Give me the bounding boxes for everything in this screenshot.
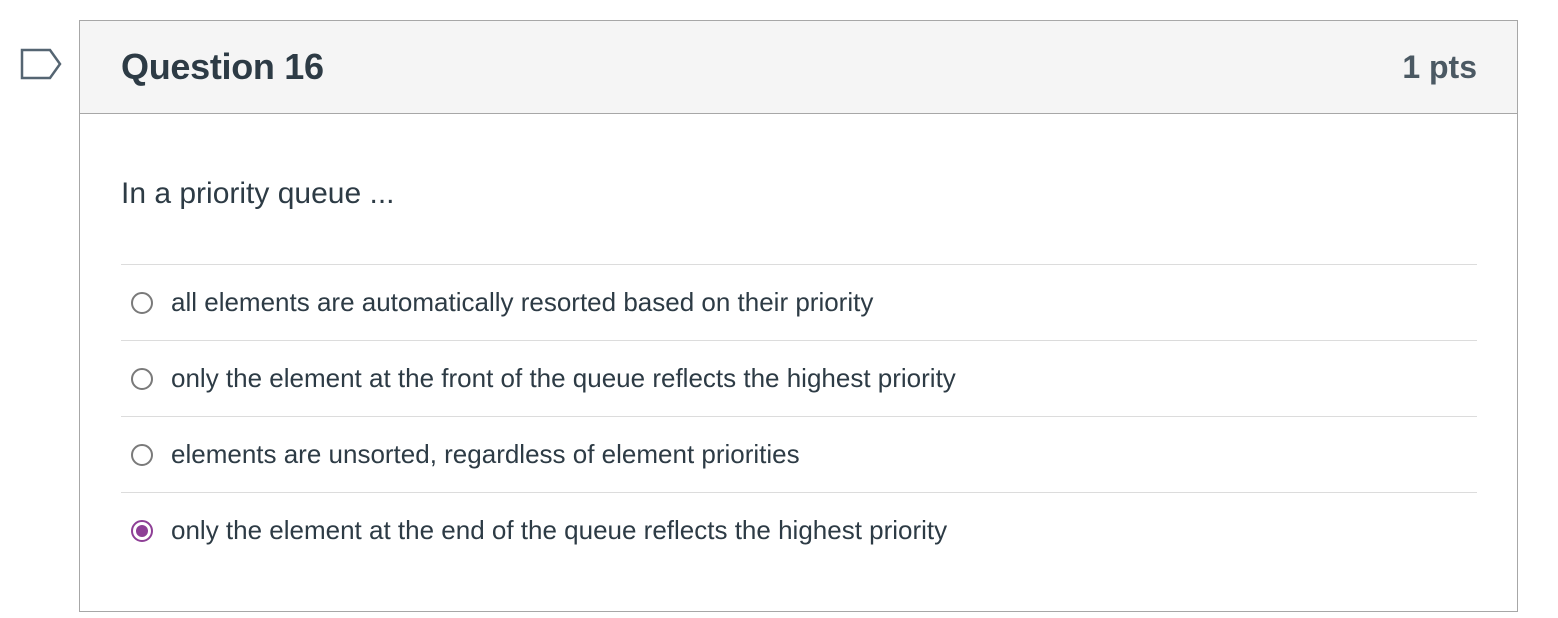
answer-label[interactable]: only the element at the end of the queue… [171,515,947,546]
radio-button[interactable] [131,519,153,542]
answer-label[interactable]: elements are unsorted, regardless of ele… [171,439,800,470]
question-points: 1 pts [1402,48,1477,85]
question-title: Question 16 [121,46,324,87]
question-card: Question 16 1 pts In a priority queue ..… [79,20,1518,612]
question-body: In a priority queue ... all elements are… [80,176,1517,568]
radio-selected-dot [136,524,148,537]
answer-option[interactable]: elements are unsorted, regardless of ele… [121,417,1477,493]
answer-list: all elements are automatically resorted … [121,264,1477,568]
answer-label[interactable]: all elements are automatically resorted … [171,287,873,318]
answer-label[interactable]: only the element at the front of the que… [171,363,956,394]
radio-button[interactable] [131,367,153,390]
answer-option[interactable]: only the element at the end of the queue… [121,493,1477,568]
radio-button[interactable] [131,443,153,466]
answer-option[interactable]: all elements are automatically resorted … [121,265,1477,341]
answer-option[interactable]: only the element at the front of the que… [121,341,1477,417]
question-header: Question 16 1 pts [80,21,1517,114]
flag-question-icon[interactable] [20,48,62,80]
radio-button[interactable] [131,291,153,314]
question-text: In a priority queue ... [121,177,395,210]
